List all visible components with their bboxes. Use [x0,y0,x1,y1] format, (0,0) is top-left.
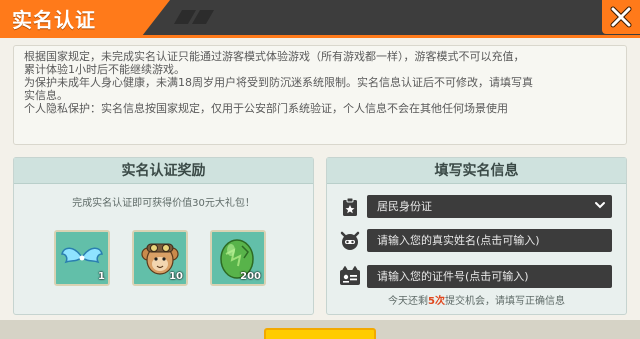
notice-line: 为保护未成年人身心健康，未满18周岁用户将受到防沉迷系统限制。实名信息认证后不可… [24,76,533,89]
form-panel: 填写实名信息 居民身份证 请输入您的真实姓名(点击可输入) 请输入您的证件号(点… [326,157,627,315]
decor-stripe [191,10,215,24]
reward-count: 1 [98,271,105,282]
dialog-title: 实名认证 [12,8,96,32]
reward-item-monkey[interactable]: 10 [132,230,188,286]
form-panel-header: 填写实名信息 [327,158,626,184]
close-icon [610,6,632,28]
notice-line: 实信息。 [24,89,68,102]
id-type-row: 居民身份证 [339,195,617,219]
user-icon [340,231,360,250]
name-input[interactable]: 请输入您的真实姓名(点击可输入) [367,229,612,252]
clipboard-icon [343,197,357,216]
attempts-count: 5次 [428,296,445,307]
id-card-icon [340,266,360,285]
submit-button[interactable] [264,328,376,339]
notice-line: 累计体验1小时后不能继续游戏。 [24,63,185,76]
chevron-down-icon [595,202,605,209]
reward-item-egg[interactable]: 200 [210,230,266,286]
notice-box: 根据国家规定，未完成实名认证只能通过游客模式体验游戏（所有游戏都一样），游客模式… [13,45,627,145]
hint-prefix: 今天还剩 [388,296,429,307]
reward-item-wings[interactable]: 1 [54,230,110,286]
reward-panel: 实名认证奖励 完成实名认证即可获得价值30元大礼包！ 1 10 200 [13,157,314,315]
id-type-select[interactable]: 居民身份证 [367,195,612,218]
name-row: 请输入您的真实姓名(点击可输入) [339,229,617,253]
reward-panel-header: 实名认证奖励 [14,158,313,184]
reward-count: 10 [169,271,183,282]
id-type-value: 居民身份证 [377,200,432,213]
realname-dialog: 实名认证 根据国家规定，未完成实名认证只能通过游客模式体验游戏（所有游戏都一样）… [0,0,640,339]
id-number-placeholder: 请输入您的证件号(点击可输入) [377,270,529,283]
title-underline [0,35,640,38]
close-button[interactable] [602,0,640,34]
attempts-hint: 今天还剩5次提交机会，请填写正确信息 [327,292,626,307]
notice-line: 根据国家规定，未完成实名认证只能通过游客模式体验游戏（所有游戏都一样），游客模式… [24,50,525,63]
reward-description: 完成实名认证即可获得价值30元大礼包！ [72,198,255,209]
id-number-input[interactable]: 请输入您的证件号(点击可输入) [367,265,612,288]
reward-list: 1 10 200 [14,230,313,288]
id-number-row: 请输入您的证件号(点击可输入) [339,265,617,289]
reward-count: 200 [240,271,261,282]
name-placeholder: 请输入您的真实姓名(点击可输入) [377,234,540,247]
hint-suffix: 提交机会，请填写正确信息 [444,296,565,307]
notice-line: 个人隐私保护：实名信息按国家规定，仅用于公安部门系统验证，个人信息不会在其他任何… [24,102,508,115]
title-bar: 实名认证 [0,0,640,35]
